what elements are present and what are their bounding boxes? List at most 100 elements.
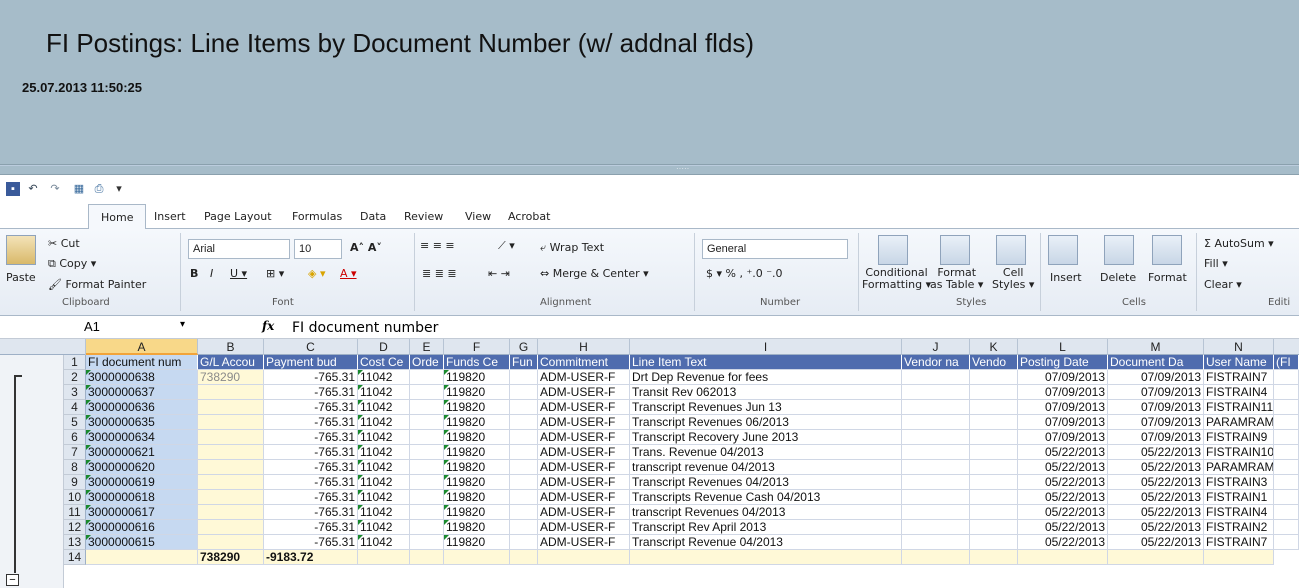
cell-dd[interactable]: 07/09/2013	[1108, 385, 1204, 400]
column-title[interactable]: Funds Ce	[444, 355, 510, 370]
delete-button[interactable]: Delete	[1100, 271, 1136, 284]
cell-empty[interactable]	[1018, 550, 1108, 565]
row-number[interactable]: 10	[64, 490, 86, 505]
cell-pd[interactable]: 07/09/2013	[1018, 415, 1108, 430]
total-amount-cell[interactable]: -9183.72	[264, 550, 358, 565]
cell-empty[interactable]	[1274, 385, 1299, 400]
cell-cc[interactable]: 11042	[358, 415, 410, 430]
row-number[interactable]: 2	[64, 370, 86, 385]
column-title[interactable]: User Name	[1204, 355, 1274, 370]
cell-fc[interactable]: 119820	[444, 535, 510, 550]
italic-icon[interactable]: I	[210, 267, 213, 280]
cell-dd[interactable]: 07/09/2013	[1108, 415, 1204, 430]
cell-empty[interactable]	[1274, 445, 1299, 460]
row-number[interactable]: 8	[64, 460, 86, 475]
cell-amt[interactable]: -765.31	[264, 505, 358, 520]
format-button[interactable]: Format	[1148, 271, 1187, 284]
cell-fc[interactable]: 119820	[444, 415, 510, 430]
cell-empty[interactable]	[970, 550, 1018, 565]
merge-center-button[interactable]: ⇔ Merge & Center ▾	[540, 267, 649, 280]
cell-text[interactable]: Transit Rev 062013	[630, 385, 902, 400]
cell-empty[interactable]	[86, 550, 198, 565]
cell-fc[interactable]: 119820	[444, 370, 510, 385]
cell-pd[interactable]: 07/09/2013	[1018, 370, 1108, 385]
cell-cm[interactable]: ADM-USER-F	[538, 535, 630, 550]
row-number[interactable]: 12	[64, 520, 86, 535]
cell-empty[interactable]	[902, 550, 970, 565]
cell-cm[interactable]: ADM-USER-F	[538, 520, 630, 535]
cell-amt[interactable]: -765.31	[264, 445, 358, 460]
cell-styles-icon[interactable]	[996, 235, 1026, 265]
fill-button[interactable]: Fill ▾	[1204, 257, 1228, 270]
name-box[interactable]: A1 ▾	[84, 319, 204, 337]
cell-cc[interactable]: 11042	[358, 430, 410, 445]
cell-empty[interactable]	[538, 550, 630, 565]
underline-icon[interactable]: U ▾	[230, 267, 247, 280]
column-header-i[interactable]: I	[630, 339, 902, 355]
cell-doc[interactable]: 3000000618	[86, 490, 198, 505]
tab-insert[interactable]: Insert	[154, 210, 186, 223]
row-number[interactable]: 13	[64, 535, 86, 550]
cell-user[interactable]: FISTRAIN7	[1204, 535, 1274, 550]
cell-empty[interactable]	[1274, 400, 1299, 415]
cell-doc[interactable]: 3000000636	[86, 400, 198, 415]
column-title[interactable]: Line Item Text	[630, 355, 902, 370]
cell-empty[interactable]	[510, 370, 538, 385]
cell-cm[interactable]: ADM-USER-F	[538, 445, 630, 460]
number-format-select[interactable]: General	[702, 239, 848, 259]
cell-text[interactable]: Transcript Revenue 04/2013	[630, 535, 902, 550]
cell-amt[interactable]: -765.31	[264, 385, 358, 400]
cell-pd[interactable]: 05/22/2013	[1018, 460, 1108, 475]
column-header-n[interactable]: N	[1204, 339, 1274, 355]
cell-empty[interactable]	[902, 490, 970, 505]
cell-cm[interactable]: ADM-USER-F	[538, 460, 630, 475]
cell-empty[interactable]	[510, 490, 538, 505]
cell-empty[interactable]	[410, 505, 444, 520]
cell-empty[interactable]	[970, 520, 1018, 535]
cell-amt[interactable]: -765.31	[264, 460, 358, 475]
row-number[interactable]: 14	[64, 550, 86, 565]
cell-empty[interactable]	[510, 385, 538, 400]
cell-pd[interactable]: 05/22/2013	[1018, 535, 1108, 550]
tab-acrobat[interactable]: Acrobat	[508, 210, 550, 223]
cell-empty[interactable]	[410, 415, 444, 430]
cell-empty[interactable]	[1274, 430, 1299, 445]
cell-amt[interactable]: -765.31	[264, 370, 358, 385]
cell-empty[interactable]	[510, 445, 538, 460]
cell-gl[interactable]	[198, 430, 264, 445]
cell-empty[interactable]	[1274, 520, 1299, 535]
tab-view[interactable]: View	[465, 210, 491, 223]
cell-empty[interactable]	[902, 535, 970, 550]
insert-cells-icon[interactable]	[1048, 235, 1078, 265]
cell-text[interactable]: Transcripts Revenue Cash 04/2013	[630, 490, 902, 505]
cell-fc[interactable]: 119820	[444, 475, 510, 490]
print-preview-icon[interactable]: ⎙	[92, 182, 106, 196]
cell-cm[interactable]: ADM-USER-F	[538, 475, 630, 490]
column-title[interactable]: Commitment	[538, 355, 630, 370]
cell-empty[interactable]	[1108, 550, 1204, 565]
font-color-icon[interactable]: A ▾	[340, 267, 357, 280]
cell-text[interactable]: Transcript Revenues 06/2013	[630, 415, 902, 430]
column-title[interactable]: Vendo	[970, 355, 1018, 370]
cell-empty[interactable]	[510, 460, 538, 475]
cell-empty[interactable]	[902, 505, 970, 520]
cell-amt[interactable]: -765.31	[264, 490, 358, 505]
cell-empty[interactable]	[902, 430, 970, 445]
grow-font-icon[interactable]: A˄ A˅	[350, 241, 382, 254]
column-header-h[interactable]: H	[538, 339, 630, 355]
column-title[interactable]: Posting Date	[1018, 355, 1108, 370]
cell-doc[interactable]: 3000000617	[86, 505, 198, 520]
cell-dd[interactable]: 05/22/2013	[1108, 505, 1204, 520]
cell-text[interactable]: Transcript Recovery June 2013	[630, 430, 902, 445]
currency-icon[interactable]: $ ▾ % , ⁺.0 ⁻.0	[706, 267, 783, 280]
cell-pd[interactable]: 05/22/2013	[1018, 520, 1108, 535]
cell-doc[interactable]: 3000000638	[86, 370, 198, 385]
cell-empty[interactable]	[970, 535, 1018, 550]
column-header-g[interactable]: G	[510, 339, 538, 355]
cell-empty[interactable]	[970, 460, 1018, 475]
cell-fc[interactable]: 119820	[444, 505, 510, 520]
tab-data[interactable]: Data	[360, 210, 386, 223]
row-number[interactable]: 7	[64, 445, 86, 460]
cell-empty[interactable]	[510, 505, 538, 520]
cell-doc[interactable]: 3000000615	[86, 535, 198, 550]
